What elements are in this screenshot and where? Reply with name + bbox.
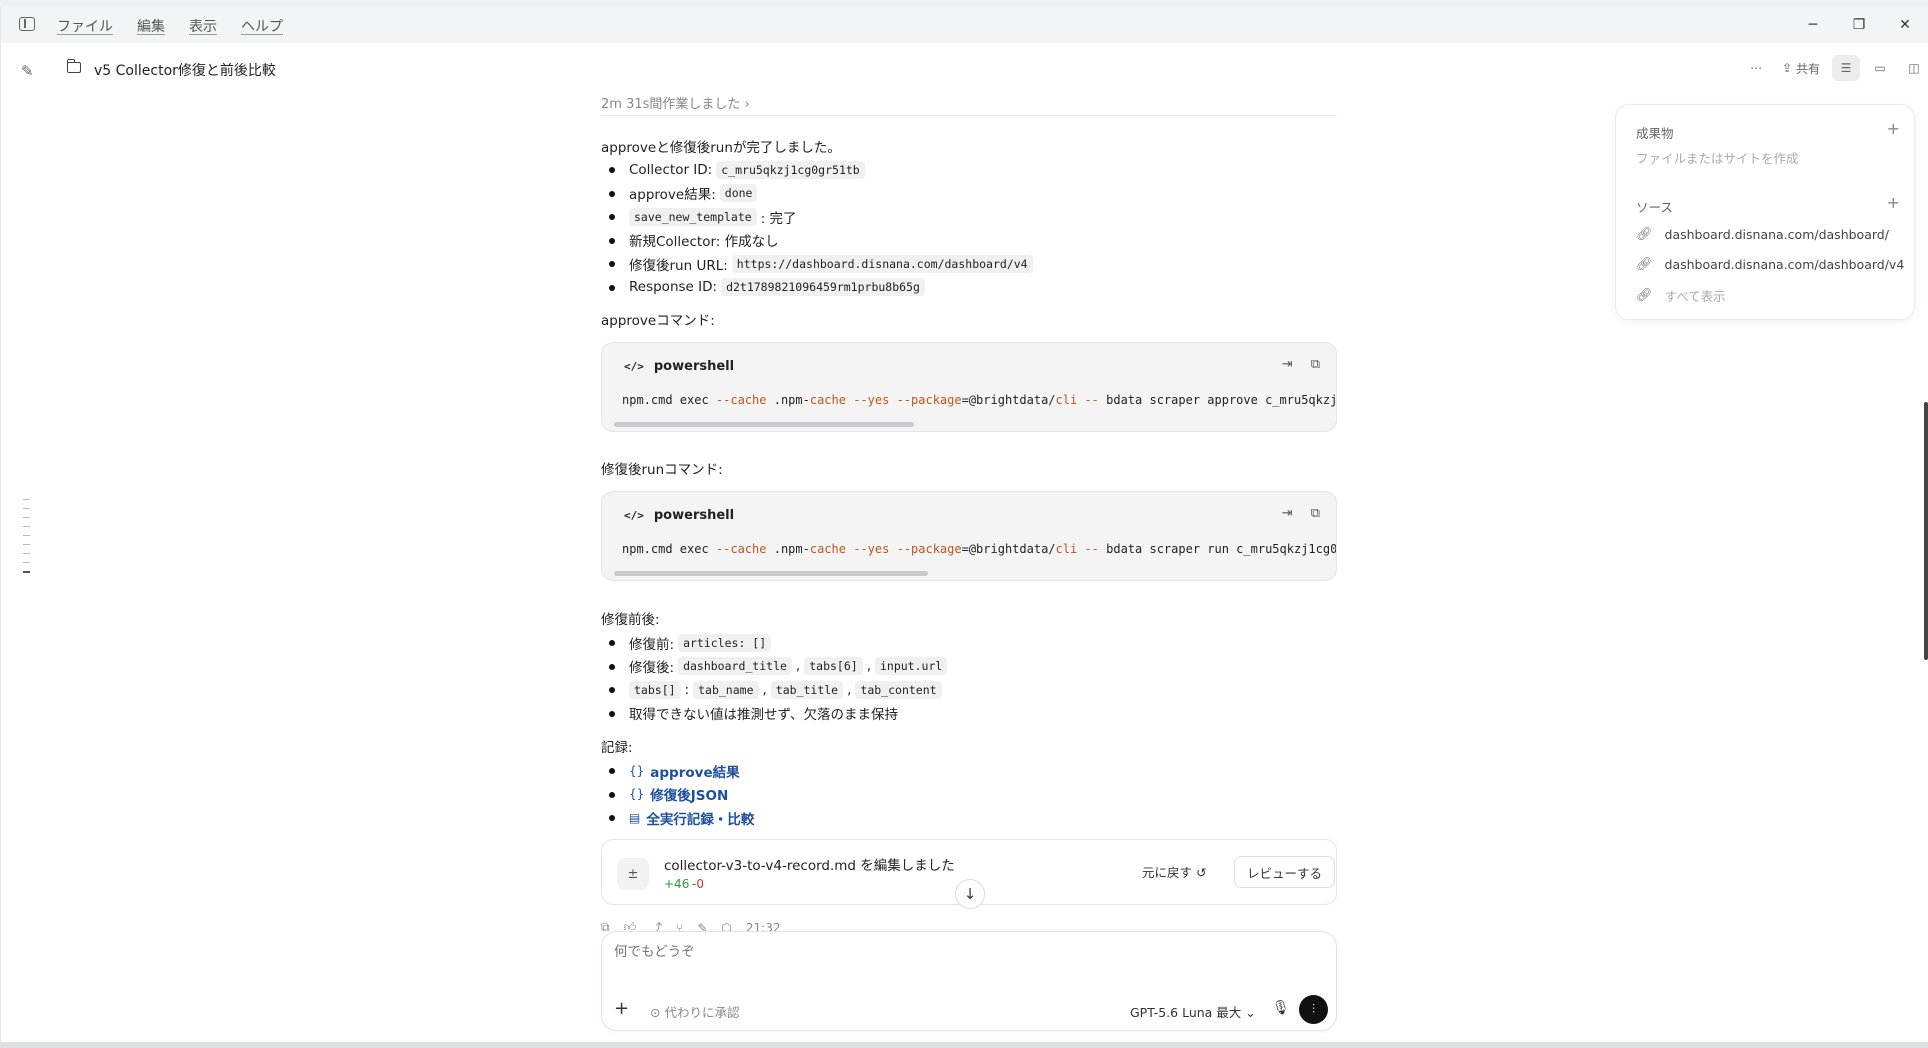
share-button[interactable]: ⇪ 共有 <box>1776 55 1826 81</box>
review-button[interactable]: レビューする <box>1234 856 1336 888</box>
message-outline[interactable] <box>23 499 30 581</box>
approve-command-label: approveコマンド: <box>601 313 715 329</box>
code-text: npm.cmd exec --cache .npm-cache --yes --… <box>622 542 1337 556</box>
menu-view[interactable]: 表示 <box>189 16 217 36</box>
menu-file[interactable]: ファイル <box>57 16 113 36</box>
code-block-approve: </> powershell ⇥ ⧉ npm.cmd exec --cache .n… <box>601 342 1337 432</box>
source-link[interactable]: 🔗︎ dashboard.disnana.com/dashboard/v4 <box>1636 257 1904 272</box>
share-label: 共有 <box>1795 61 1820 76</box>
menu-bar: ファイル 編集 表示 ヘルプ <box>57 16 283 36</box>
record-link-json[interactable]: {} 修復後JSON <box>629 784 728 804</box>
undo-icon: ↺ <box>1196 865 1207 880</box>
divider <box>601 115 1337 116</box>
list-item[interactable]: ▤ 全実行記録・比較 <box>601 806 754 830</box>
list-item: 取得できない値は推測せず、欠落のまま保持 <box>601 702 947 726</box>
copy-icon[interactable]: ⧉ <box>1311 357 1320 372</box>
panel-view-icon[interactable]: ▭ <box>1866 55 1894 81</box>
composer: + ⊙ 代わりに承認 GPT-5.6 Luna 最大 ⌄ 🎙︎ ⫶ <box>601 931 1337 1031</box>
folder-icon <box>67 59 81 73</box>
link-icon: 🔗︎ <box>1636 288 1653 303</box>
record-link-approve[interactable]: {} approve結果 <box>629 761 740 781</box>
insert-icon[interactable]: ⇥ <box>1282 357 1293 372</box>
model-selector[interactable]: GPT-5.6 Luna 最大 ⌄ <box>1130 1002 1256 1021</box>
link-icon: 🔗︎ <box>1636 227 1653 242</box>
link-icon: 🔗︎ <box>1636 257 1653 272</box>
json-icon: {} <box>629 763 645 778</box>
file-diff-icon: ± <box>617 858 649 890</box>
list-item: 修復後: dashboard_title, tabs[6], input.url <box>601 655 948 679</box>
code-icon: </> <box>624 509 644 522</box>
work-duration[interactable]: 2m 31s間作業しました › <box>601 93 750 112</box>
sidebar-toggle-icon[interactable] <box>19 17 35 31</box>
page-title: v5 Collector修復と前後比較 <box>94 63 276 79</box>
app-window: ファイル 編集 表示 ヘルプ ─ ❐ ✕ ✎ v5 Collector修復と前後… <box>0 7 1928 1042</box>
before-after-list: 修復前: articles: [] 修復後: dashboard_title, tab… <box>601 631 948 726</box>
microphone-icon[interactable]: 🎙︎ <box>1272 1000 1290 1016</box>
new-chat-icon[interactable]: ✎ <box>21 62 34 80</box>
chevron-down-icon: ⌄ <box>1245 1005 1256 1020</box>
records-label: 記録: <box>601 740 633 756</box>
code-text: npm.cmd exec --cache .npm-cache --yes --… <box>622 393 1337 407</box>
horizontal-scrollbar[interactable] <box>614 422 914 427</box>
minimize-icon[interactable]: ─ <box>1790 7 1836 43</box>
code-language: powershell <box>653 508 735 523</box>
menu-help[interactable]: ヘルプ <box>241 16 283 36</box>
undo-button[interactable]: 元に戻す ↺ <box>1142 862 1206 881</box>
vertical-scrollbar[interactable] <box>1924 402 1928 660</box>
list-item: tabs[]: tab_name, tab_title, tab_content <box>601 678 947 702</box>
message-input[interactable] <box>614 944 1314 960</box>
source-link[interactable]: 🔗︎ dashboard.disnana.com/dashboard/ <box>1636 227 1889 242</box>
artifacts-empty: ファイルまたはサイトを作成 <box>1636 151 1799 166</box>
add-artifact-icon[interactable]: + <box>1887 119 1900 138</box>
maximize-icon[interactable]: ❐ <box>1836 7 1882 43</box>
code-block-run: </> powershell ⇥ ⧉ npm.cmd exec --cache .n… <box>601 491 1337 581</box>
close-icon[interactable]: ✕ <box>1882 7 1928 43</box>
share-icon: ⇪ <box>1782 61 1796 75</box>
code-icon: </> <box>624 360 644 373</box>
list-item: Collector ID: c_mru5qkzj1cg0gr51tb <box>601 158 1033 182</box>
window-controls: ─ ❐ ✕ <box>1790 7 1928 43</box>
list-item: 修復前: articles: [] <box>601 631 947 655</box>
record-link-full-log[interactable]: ▤ 全実行記録・比較 <box>629 808 754 828</box>
insert-icon[interactable]: ⇥ <box>1282 506 1293 521</box>
before-after-label: 修復前後: <box>601 612 660 628</box>
list-item: 修復後run URL: https://dashboard.disnana.com… <box>601 252 1033 276</box>
records-list: {} approve結果 {} 修復後JSON ▤ 全実行記録・比較 <box>601 759 754 830</box>
title-bar: ファイル 編集 表示 ヘルプ ─ ❐ ✕ <box>1 7 1928 43</box>
list-item: approve結果: done <box>601 182 1033 206</box>
conversation-header: ✎ v5 Collector修復と前後比較 ⋯ ⇪ 共有 ☰ ▭ ◫ <box>1 43 1928 99</box>
list-item[interactable]: {} 修復後JSON <box>601 783 754 807</box>
list-item: save_new_template: 完了 <box>601 205 1033 229</box>
edited-file-title[interactable]: collector-v3-to-v4-record.md を編集しました <box>664 854 955 874</box>
lines-added: +46 <box>664 877 690 891</box>
sources-title: ソース <box>1636 200 1673 215</box>
side-panel-icon[interactable]: ◫ <box>1900 55 1928 81</box>
copy-icon[interactable]: ⧉ <box>1311 506 1320 521</box>
artifacts-panel: 成果物 + ファイルまたはサイトを作成 ソース + 🔗︎ dashboard.di… <box>1615 104 1915 320</box>
run-command-label: 修復後runコマンド: <box>601 462 723 478</box>
scroll-down-icon[interactable]: ↓ <box>955 879 985 909</box>
voice-send-icon[interactable]: ⫶ <box>1299 995 1328 1024</box>
code-language: powershell <box>653 359 735 374</box>
approve-icon: ⊙ <box>650 1005 661 1020</box>
summary-list: Collector ID: c_mru5qkzj1cg0gr51tb approv… <box>601 158 1033 299</box>
json-icon: {} <box>629 787 645 802</box>
list-item[interactable]: {} approve結果 <box>601 759 754 783</box>
menu-edit[interactable]: 編集 <box>137 16 165 36</box>
taskbar-strip <box>0 1042 1928 1048</box>
lines-removed: -0 <box>692 877 704 891</box>
outline-view-icon[interactable]: ☰ <box>1832 55 1860 81</box>
intro-text: approveと修復後runが完了しました。 <box>601 140 841 156</box>
list-item: 新規Collector: 作成なし <box>601 229 1033 253</box>
add-source-icon[interactable]: + <box>1887 193 1900 212</box>
document-icon: ▤ <box>629 810 641 825</box>
more-icon[interactable]: ⋯ <box>1742 55 1770 81</box>
list-item: Response ID: d2t1789821096459rm1prbu8b65g <box>601 276 1033 300</box>
header-actions: ⋯ ⇪ 共有 ☰ ▭ ◫ <box>1742 55 1928 81</box>
artifacts-title: 成果物 <box>1636 126 1674 141</box>
auto-approve-toggle[interactable]: ⊙ 代わりに承認 <box>650 1002 739 1021</box>
horizontal-scrollbar[interactable] <box>614 571 928 576</box>
show-all-sources[interactable]: 🔗︎ すべて表示 <box>1636 286 1726 305</box>
attach-plus-icon[interactable]: + <box>614 998 629 1019</box>
